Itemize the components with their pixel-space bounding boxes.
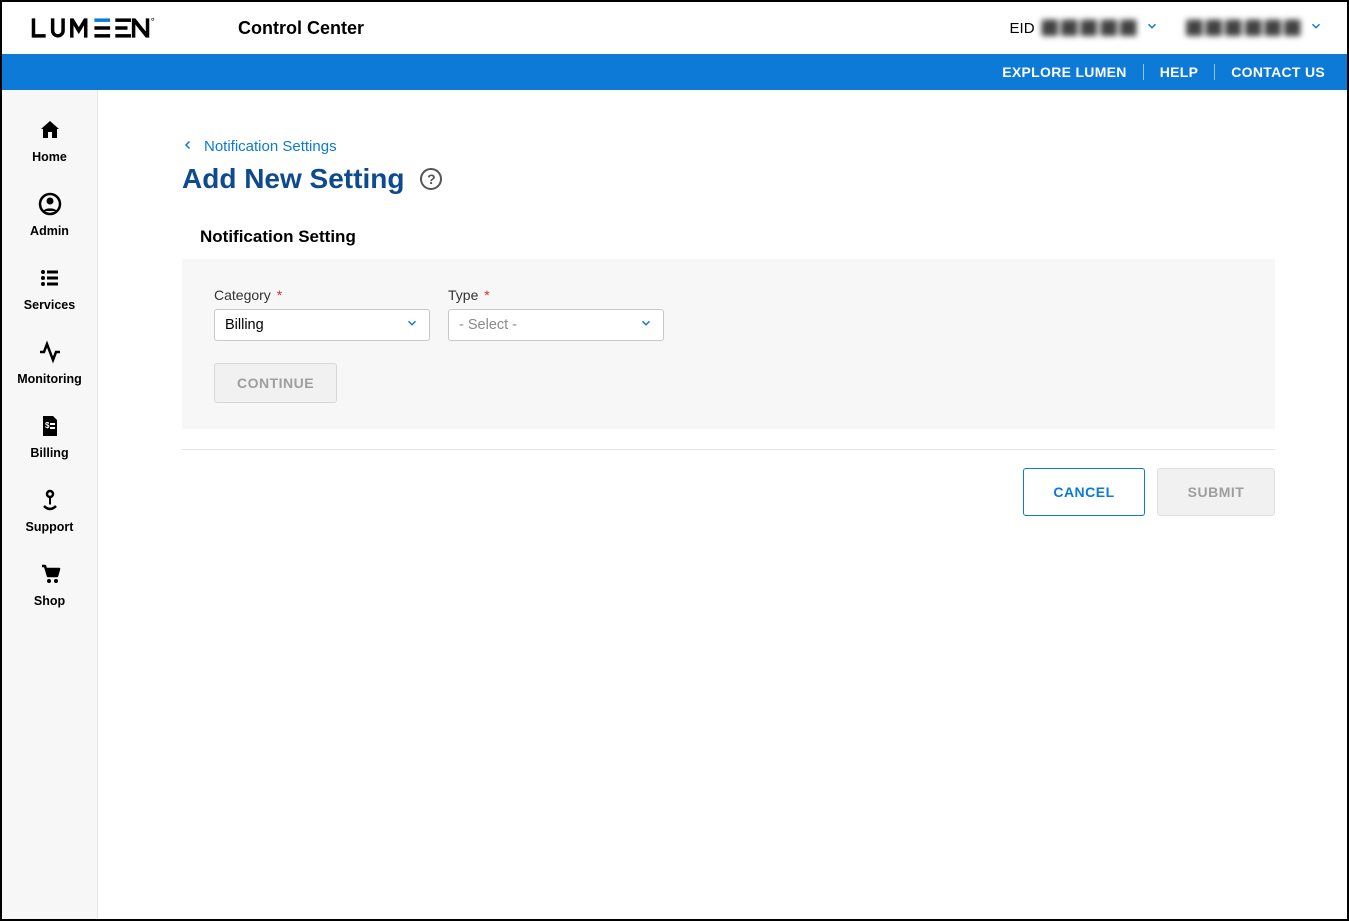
chevron-down-icon — [1145, 19, 1159, 37]
required-asterisk: * — [277, 287, 282, 303]
section-title: Notification Setting — [200, 227, 1275, 247]
cart-icon — [38, 562, 62, 589]
eid-dropdown[interactable]: EID ⬛⬛⬛⬛⬛ — [1010, 19, 1159, 37]
page-title-row: Add New Setting ? — [182, 163, 1275, 195]
category-select[interactable]: Billing — [214, 309, 430, 341]
user-circle-icon — [38, 192, 62, 219]
sidebar-item-services[interactable]: Services — [2, 252, 97, 326]
sidebar-item-label: Shop — [34, 594, 65, 608]
chevron-down-icon — [639, 316, 653, 334]
category-field: Category * Billing — [214, 287, 430, 341]
eid-label: EID — [1010, 20, 1035, 37]
type-select[interactable]: - Select - — [448, 309, 664, 341]
eid-value: ⬛⬛⬛⬛⬛ — [1041, 19, 1139, 37]
continue-button[interactable]: CONTINUE — [214, 363, 337, 403]
cancel-button[interactable]: CANCEL — [1023, 468, 1145, 516]
type-field: Type * - Select - — [448, 287, 664, 341]
sidebar-item-billing[interactable]: $ Billing — [2, 400, 97, 474]
category-label: Category * — [214, 287, 430, 303]
select-placeholder: - Select - — [459, 317, 517, 333]
user-value: ⬛⬛⬛⬛⬛⬛ — [1185, 19, 1303, 37]
breadcrumb-back[interactable]: Notification Settings — [182, 138, 337, 155]
activity-icon — [38, 340, 62, 367]
sidebar-item-admin[interactable]: Admin — [2, 178, 97, 252]
content: Notification Settings Add New Setting ? … — [98, 90, 1347, 919]
sidebar-item-support[interactable]: Support — [2, 474, 97, 548]
page-title: Add New Setting — [182, 163, 404, 195]
user-dropdown[interactable]: ⬛⬛⬛⬛⬛⬛ — [1185, 19, 1323, 37]
fields-row: Category * Billing Type * — [214, 287, 1243, 341]
label-text: Type — [448, 287, 478, 303]
type-label: Type * — [448, 287, 664, 303]
list-icon — [38, 266, 62, 293]
sidebar-item-label: Billing — [30, 446, 68, 460]
sidebar-item-monitoring[interactable]: Monitoring — [2, 326, 97, 400]
sidebar-item-label: Support — [26, 520, 74, 534]
sidebar-item-label: Home — [32, 150, 67, 164]
invoice-icon: $ — [38, 414, 62, 441]
select-value: Billing — [225, 317, 264, 333]
svg-text:$: $ — [45, 421, 50, 430]
top-right: EID ⬛⬛⬛⬛⬛ ⬛⬛⬛⬛⬛⬛ — [1010, 19, 1323, 37]
top-left: Control Center — [30, 16, 364, 40]
sidebar-item-home[interactable]: Home — [2, 104, 97, 178]
nav-contact-us[interactable]: CONTACT US — [1215, 64, 1325, 80]
secondary-nav: EXPLORE LUMEN HELP CONTACT US — [2, 54, 1347, 90]
actions-row: CANCEL SUBMIT — [182, 468, 1275, 516]
nav-help[interactable]: HELP — [1144, 64, 1216, 80]
help-icon[interactable]: ? — [420, 168, 442, 190]
main-area: Home Admin Services Monitoring $ Billing — [2, 90, 1347, 919]
sidebar-item-label: Admin — [30, 224, 69, 238]
app-title: Control Center — [238, 18, 364, 39]
chevron-left-icon — [182, 138, 194, 155]
notification-setting-panel: Category * Billing Type * — [182, 259, 1275, 429]
submit-button[interactable]: SUBMIT — [1157, 468, 1275, 516]
home-icon — [38, 118, 62, 145]
divider — [182, 449, 1275, 450]
top-header: Control Center EID ⬛⬛⬛⬛⬛ ⬛⬛⬛⬛⬛⬛ — [2, 2, 1347, 54]
sidebar-item-shop[interactable]: Shop — [2, 548, 97, 622]
sidebar-item-label: Monitoring — [17, 372, 82, 386]
chevron-down-icon — [1309, 19, 1323, 37]
sidebar: Home Admin Services Monitoring $ Billing — [2, 90, 98, 919]
breadcrumb-label: Notification Settings — [204, 138, 337, 155]
sidebar-item-label: Services — [24, 298, 75, 312]
lumen-logo[interactable] — [30, 16, 178, 40]
required-asterisk: * — [484, 287, 489, 303]
chevron-down-icon — [405, 316, 419, 334]
label-text: Category — [214, 287, 271, 303]
support-icon — [38, 488, 62, 515]
nav-explore-lumen[interactable]: EXPLORE LUMEN — [986, 64, 1143, 80]
